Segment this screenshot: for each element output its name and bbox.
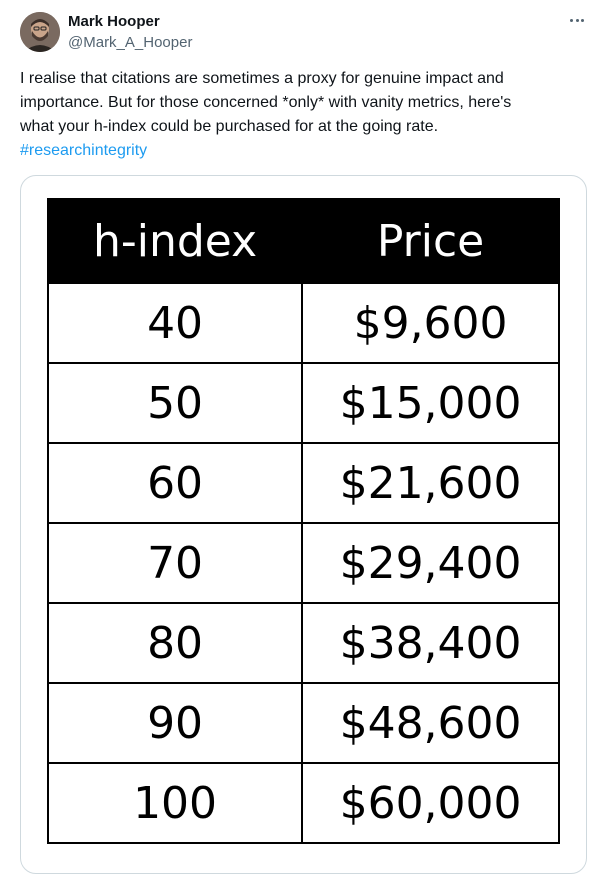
- more-dot: [580, 18, 584, 22]
- table-row: 80 $38,400: [46, 602, 560, 684]
- author-handle[interactable]: @Mark_A_Hooper: [68, 34, 192, 52]
- tweet-line: importance. But for those concerned *onl…: [20, 94, 512, 111]
- media-image[interactable]: h-index Price 40 $9,600 50 $15,000 60 $2…: [20, 175, 587, 874]
- h-index-cell: 90: [46, 682, 304, 764]
- tweet-line: what your h-index could be purchased for…: [20, 118, 439, 135]
- tweet-text: I realise that citations are sometimes a…: [20, 67, 585, 163]
- author-name[interactable]: Mark Hooper: [68, 13, 160, 31]
- h-index-cell: 70: [46, 522, 304, 604]
- h-index-cell: 50: [46, 362, 304, 444]
- h-index-cell: 100: [46, 762, 304, 844]
- price-cell: $15,000: [301, 362, 560, 444]
- h-index-cell: 60: [46, 442, 304, 524]
- h-index-cell: 40: [46, 282, 304, 364]
- price-cell: $48,600: [301, 682, 560, 764]
- hashtag-link[interactable]: #researchintegrity: [20, 142, 147, 159]
- more-icon[interactable]: [562, 8, 592, 32]
- table-row: 60 $21,600: [46, 442, 560, 524]
- column-header-h-index: h-index: [46, 198, 304, 284]
- tweet-hashtag-line: #researchintegrity: [20, 139, 585, 163]
- more-dot: [570, 18, 574, 22]
- price-cell: $60,000: [301, 762, 560, 844]
- table-row: 90 $48,600: [46, 682, 560, 764]
- price-cell: $21,600: [301, 442, 560, 524]
- more-dot: [575, 18, 579, 22]
- price-cell: $38,400: [301, 602, 560, 684]
- avatar-image: [20, 12, 60, 52]
- price-cell: $29,400: [301, 522, 560, 604]
- table-row: 100 $60,000: [46, 762, 560, 844]
- table-header-row: h-index Price: [46, 198, 560, 284]
- table-row: 40 $9,600: [46, 282, 560, 364]
- avatar[interactable]: [20, 12, 60, 52]
- column-header-price: Price: [301, 198, 560, 284]
- table-row: 70 $29,400: [46, 522, 560, 604]
- tweet-line: I realise that citations are sometimes a…: [20, 70, 504, 87]
- price-table: h-index Price 40 $9,600 50 $15,000 60 $2…: [46, 198, 560, 844]
- h-index-cell: 80: [46, 602, 304, 684]
- tweet: Mark Hooper @Mark_A_Hooper I realise tha…: [0, 0, 603, 878]
- table-row: 50 $15,000: [46, 362, 560, 444]
- price-cell: $9,600: [301, 282, 560, 364]
